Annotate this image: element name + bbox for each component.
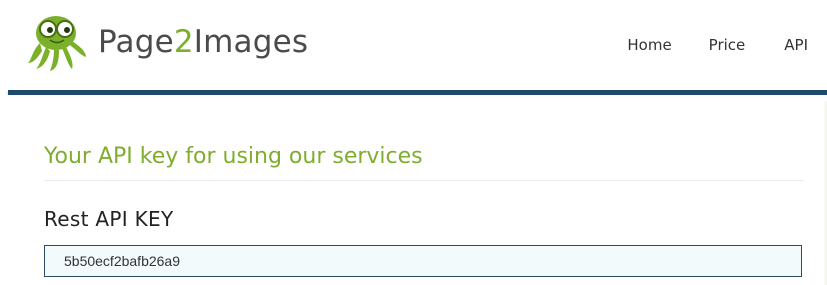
brand-name-suffix: Images xyxy=(193,24,309,60)
brand-name: Page2Images xyxy=(98,24,308,60)
site-header: Page2Images Home Price API xyxy=(0,0,827,90)
section-divider xyxy=(44,180,804,181)
api-key-label: Rest API KEY xyxy=(44,207,174,231)
section-title: Your API key for using our services xyxy=(44,144,423,169)
content-edge-shadow xyxy=(823,101,827,285)
brand-name-highlight: 2 xyxy=(173,24,194,60)
page: Page2Images Home Price API Your API key … xyxy=(0,0,827,285)
octopus-logo-icon xyxy=(28,16,86,71)
nav-link-home[interactable]: Home xyxy=(627,36,671,54)
api-key-field[interactable] xyxy=(44,245,802,277)
nav-link-api[interactable]: API xyxy=(784,36,808,54)
brand-name-prefix: Page xyxy=(98,24,174,60)
nav-link-price[interactable]: Price xyxy=(709,36,746,54)
logo-link[interactable]: Page2Images xyxy=(26,10,308,74)
main-nav: Home Price API xyxy=(627,36,808,54)
